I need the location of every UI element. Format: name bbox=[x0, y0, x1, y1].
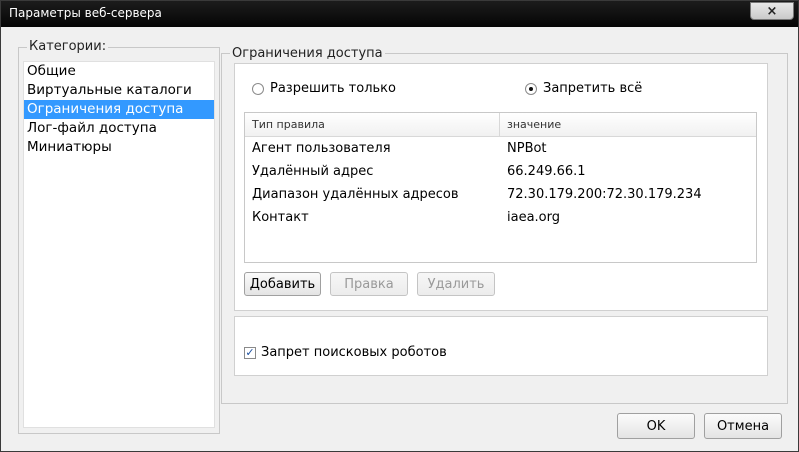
category-item-access-restrictions[interactable]: Ограничения доступа bbox=[24, 100, 214, 119]
radio-allow-label: Разрешить только bbox=[270, 81, 396, 96]
table-row[interactable]: Диапазон удалённых адресов 72.30.179.200… bbox=[245, 183, 756, 206]
categories-list[interactable]: Общие Виртуальные каталоги Ограничения д… bbox=[23, 61, 215, 428]
dialog-window: Параметры веб-сервера × Категории: Общие… bbox=[0, 0, 799, 452]
title-bar[interactable]: Параметры веб-сервера × bbox=[1, 1, 798, 27]
access-restrictions-group: Ограничения доступа Разрешить только Зап… bbox=[221, 46, 788, 404]
rules-table[interactable]: Тип правила значение Агент пользователя … bbox=[244, 112, 757, 263]
rules-panel: Разрешить только Запретить всё Тип прави… bbox=[234, 63, 768, 311]
column-header-value[interactable]: значение bbox=[500, 113, 755, 136]
ok-button[interactable]: OK bbox=[617, 413, 695, 439]
window-title: Параметры веб-сервера bbox=[9, 6, 162, 20]
category-item-general[interactable]: Общие bbox=[24, 62, 214, 81]
column-header-rule-type[interactable]: Тип правила bbox=[245, 113, 500, 136]
categories-group: Категории: Общие Виртуальные каталоги Ог… bbox=[18, 39, 220, 434]
rule-value-cell: 72.30.179.200:72.30.179.234 bbox=[507, 187, 702, 202]
rules-table-header: Тип правила значение bbox=[245, 113, 756, 137]
robots-panel: ✓ Запрет поисковых роботов bbox=[234, 316, 768, 376]
block-search-robots-label: Запрет поисковых роботов bbox=[261, 345, 447, 360]
close-icon: × bbox=[766, 3, 778, 19]
rule-type-cell: Контакт bbox=[252, 210, 309, 225]
table-row[interactable]: Контакт iaea.org bbox=[245, 206, 756, 229]
add-button[interactable]: Добавить bbox=[244, 272, 321, 296]
block-search-robots-checkbox[interactable]: ✓ Запрет поисковых роботов bbox=[244, 345, 447, 360]
table-row[interactable]: Удалённый адрес 66.249.66.1 bbox=[245, 160, 756, 183]
category-item-thumbnails[interactable]: Миниатюры bbox=[24, 138, 214, 157]
radio-deny-all[interactable]: Запретить всё bbox=[525, 81, 642, 96]
delete-button[interactable]: Удалить bbox=[417, 272, 495, 296]
rule-value-cell: iaea.org bbox=[507, 210, 560, 225]
category-item-virtual-dirs[interactable]: Виртуальные каталоги bbox=[24, 81, 214, 100]
dialog-client-area: Категории: Общие Виртуальные каталоги Ог… bbox=[5, 30, 794, 448]
table-row[interactable]: Агент пользователя NPBot bbox=[245, 137, 756, 160]
rule-type-cell: Удалённый адрес bbox=[252, 164, 374, 179]
category-item-access-log[interactable]: Лог-файл доступа bbox=[24, 119, 214, 138]
rule-type-cell: Агент пользователя bbox=[252, 141, 391, 156]
rules-button-row: Добавить Правка Удалить bbox=[244, 272, 495, 296]
rule-type-cell: Диапазон удалённых адресов bbox=[252, 187, 459, 202]
access-restrictions-legend: Ограничения доступа bbox=[230, 46, 385, 61]
rule-value-cell: NPBot bbox=[507, 141, 547, 156]
cancel-button[interactable]: Отмена bbox=[704, 413, 782, 439]
check-icon[interactable]: ✓ bbox=[244, 346, 256, 359]
radio-deny-label: Запретить всё bbox=[543, 81, 643, 96]
radio-allow-only[interactable]: Разрешить только bbox=[252, 81, 396, 96]
edit-button[interactable]: Правка bbox=[330, 272, 408, 296]
rule-value-cell: 66.249.66.1 bbox=[507, 164, 586, 179]
radio-deny-indicator[interactable] bbox=[525, 82, 537, 95]
categories-legend: Категории: bbox=[27, 39, 109, 54]
radio-allow-indicator[interactable] bbox=[252, 82, 264, 95]
close-button[interactable]: × bbox=[750, 2, 794, 20]
